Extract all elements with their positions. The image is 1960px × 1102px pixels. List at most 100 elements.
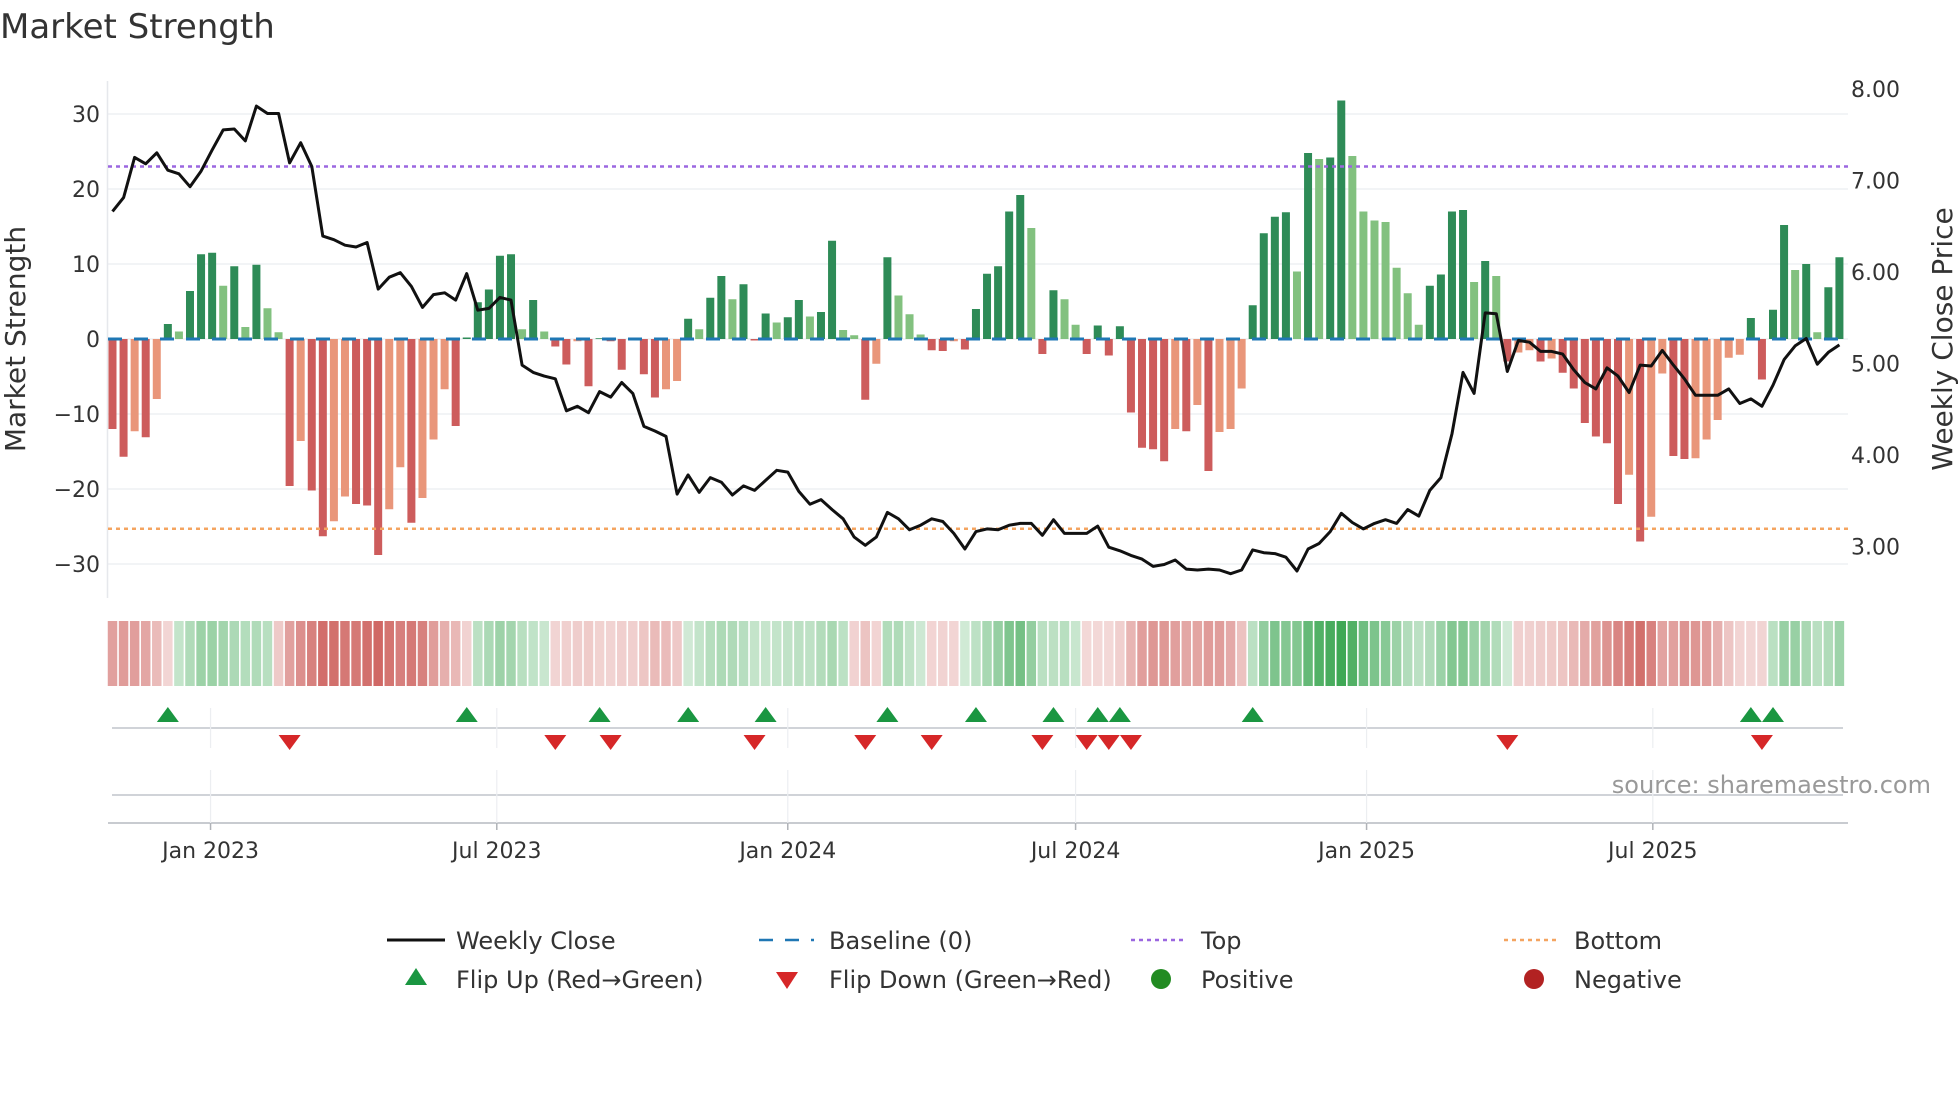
strength-bar <box>816 312 825 339</box>
y2-tick-label: 7.00 <box>1851 169 1900 194</box>
strip-cell <box>727 621 738 686</box>
strength-bar <box>462 337 471 339</box>
strength-bar <box>960 339 969 350</box>
strength-bar <box>783 317 792 339</box>
strength-bar <box>1348 156 1357 339</box>
strength-bar <box>650 339 659 398</box>
strength-bar <box>1735 339 1744 355</box>
strip-cell <box>218 621 228 686</box>
strength-bar <box>1724 339 1733 358</box>
legend-bottom-label: Bottom <box>1574 927 1662 955</box>
strip-cell <box>196 621 206 686</box>
strength-bar <box>219 285 228 339</box>
strip-cell <box>926 621 937 686</box>
strip-cell <box>650 621 660 686</box>
flip-down-marker <box>278 735 301 750</box>
strength-bar <box>1625 339 1634 475</box>
strength-bar <box>1425 285 1434 339</box>
left-axis-title: Market Strength <box>0 226 32 452</box>
strip-cell <box>517 621 527 686</box>
strength-bar <box>1757 339 1766 380</box>
strength-bar <box>1027 228 1036 339</box>
strip-cell <box>1635 621 1645 686</box>
strength-bar <box>1780 225 1789 339</box>
strip-cell <box>1757 621 1767 686</box>
strength-bar <box>1813 332 1822 339</box>
strip-cell <box>1203 621 1214 686</box>
strip-cell <box>1402 621 1413 686</box>
strip-cell <box>860 621 870 686</box>
strip-cell <box>1026 621 1037 686</box>
strip-cell <box>904 621 915 686</box>
strip-cell <box>1613 621 1623 686</box>
strength-bar <box>739 284 748 339</box>
strip-cell <box>450 621 461 686</box>
strength-bar <box>318 339 327 537</box>
strength-bar <box>1171 339 1180 429</box>
x-axis-ticks: Jan 2023 Jul 2023 Jan 2024 Jul 2024 Jan 2025… <box>160 839 1697 864</box>
strip-cell <box>1048 621 1059 686</box>
strip-cell <box>384 621 394 686</box>
strip-cell <box>207 621 217 686</box>
strip-cell <box>495 621 505 686</box>
strip-cell <box>1292 621 1302 686</box>
legend-positive-label: Positive <box>1201 966 1294 994</box>
strip-cell <box>1214 621 1225 686</box>
flip-markers-panel <box>108 707 1848 830</box>
strip-cell <box>1347 621 1358 686</box>
strength-bar <box>1049 290 1058 339</box>
strength-bar <box>407 339 416 523</box>
strip-cell <box>1569 621 1579 686</box>
strip-cell <box>1768 621 1778 686</box>
strength-bar <box>994 266 1003 339</box>
strip-cell <box>783 621 793 686</box>
strip-cell <box>971 621 981 686</box>
y-tick-label: 10 <box>72 253 100 278</box>
market-strength-chart: Market Strength 30 20 10 0 −10 −20 −30 8.00 7.0… <box>0 7 1959 994</box>
strength-bar <box>230 266 239 339</box>
flip-down-marker <box>1496 735 1519 750</box>
strip-cell <box>1259 621 1269 686</box>
strength-bar <box>208 252 217 339</box>
strip-cell <box>1491 621 1501 686</box>
strength-bar <box>983 273 992 339</box>
strip-cell <box>915 621 926 686</box>
strip-cell <box>694 621 704 686</box>
y2-tick-label: 5.00 <box>1851 352 1900 377</box>
strip-cell <box>1712 621 1723 686</box>
strength-bar <box>174 331 183 339</box>
flip-down-marker <box>1119 735 1142 750</box>
strip-cell <box>1380 621 1391 686</box>
strength-bar <box>1071 324 1080 339</box>
strip-cell <box>1391 621 1402 686</box>
flip-up-marker <box>1762 707 1784 722</box>
strength-bar <box>1193 339 1202 405</box>
strength-bars <box>108 100 1844 555</box>
y-tick-label: −30 <box>54 553 100 578</box>
strip-cell <box>107 621 118 686</box>
strength-bar <box>728 299 737 339</box>
strip-cell <box>1779 621 1789 686</box>
strip-cell <box>1690 621 1701 686</box>
flip-up-marker <box>455 707 478 722</box>
flip-up-marker <box>156 707 179 722</box>
strip-cell <box>993 621 1003 686</box>
right-axis-title: Weekly Close Price <box>1926 207 1959 470</box>
strip-cell <box>1369 621 1380 686</box>
strip-cell <box>1314 621 1324 686</box>
strength-bar <box>241 327 250 339</box>
strength-bar <box>684 318 693 339</box>
strip-cell <box>1148 621 1158 686</box>
strength-bar <box>141 339 150 438</box>
strength-bar <box>1403 293 1412 339</box>
strip-cell <box>284 621 295 686</box>
strip-cell <box>1679 621 1690 686</box>
strip-cell <box>118 621 129 686</box>
flip-down-marker <box>854 735 877 750</box>
y-tick-label: −10 <box>54 403 100 428</box>
strength-bar <box>252 264 261 339</box>
strength-bar <box>1337 100 1346 339</box>
strip-cell <box>871 621 882 686</box>
strip-cell <box>749 621 760 686</box>
strength-bar <box>1126 339 1135 413</box>
